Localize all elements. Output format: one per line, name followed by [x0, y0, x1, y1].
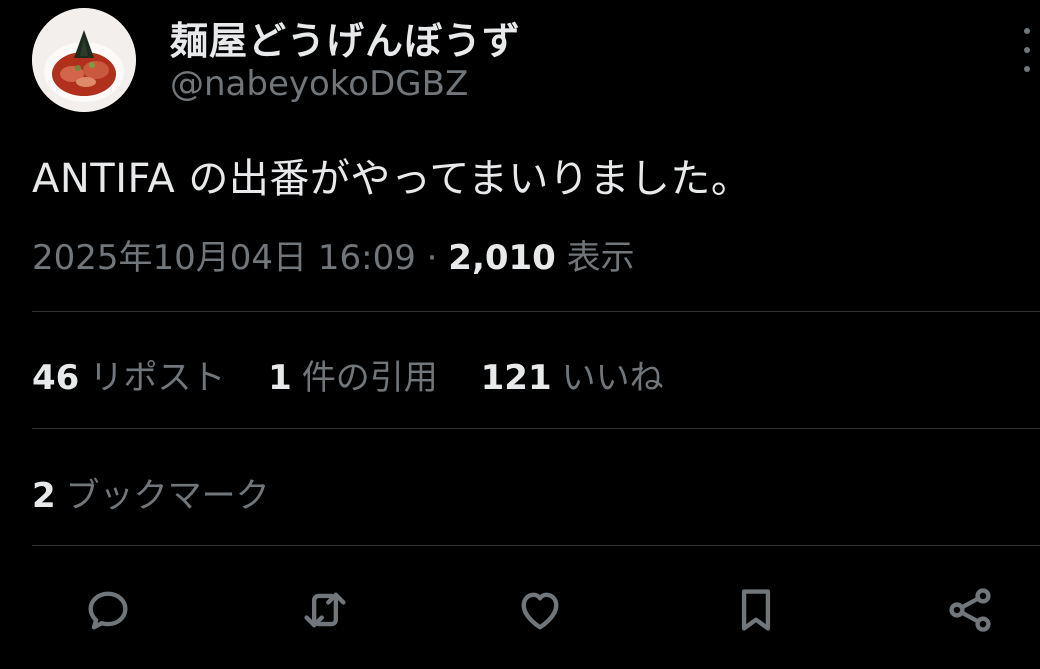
heart-icon — [521, 592, 559, 630]
reposts-stat[interactable]: 46 リポスト — [32, 358, 225, 398]
likes-label: いいね — [561, 358, 664, 398]
quotes-label: 件の引用 — [301, 358, 438, 398]
bookmarks-stat[interactable]: 2 ブックマーク — [32, 468, 270, 517]
divider — [32, 311, 1040, 312]
divider — [32, 428, 1040, 429]
likes-count: 121 — [480, 358, 552, 398]
more-dot — [1024, 28, 1030, 34]
tweet-meta: 2025年10月04日 16:09 · 2,010 表示 — [32, 230, 635, 279]
user-handle[interactable]: @nabeyokoDGBZ — [170, 64, 468, 104]
bookmarks-count: 2 — [32, 476, 56, 516]
reposts-label: リポスト — [89, 358, 226, 398]
divider — [32, 545, 1040, 546]
bookmarks-label: ブックマーク — [65, 476, 270, 516]
likes-stat[interactable]: 121 いいね — [481, 358, 664, 398]
timestamp[interactable]: 2025年10月04日 16:09 — [32, 238, 416, 278]
more-dot — [1024, 47, 1030, 53]
bookmark-icon — [741, 589, 771, 631]
like-button[interactable] — [512, 582, 568, 638]
reply-icon — [88, 591, 128, 630]
display-name[interactable]: 麺屋どうげんぼうず — [170, 10, 521, 65]
views-count: 2,010 — [448, 238, 556, 278]
meta-separator: · — [426, 238, 438, 278]
reply-button[interactable] — [80, 582, 136, 638]
retweet-button[interactable] — [297, 582, 353, 638]
bookmark-button[interactable] — [728, 582, 784, 638]
engagement-stats: 46 リポスト 1 件の引用 121 いいね — [32, 350, 696, 399]
avatar[interactable] — [32, 8, 136, 112]
retweet-icon — [304, 592, 346, 628]
share-icon — [949, 588, 991, 632]
tweet-text: ANTIFA の出番がやってまいりました。 — [32, 156, 752, 202]
quotes-stat[interactable]: 1 件の引用 — [268, 358, 438, 398]
more-dot — [1024, 66, 1030, 72]
share-button[interactable] — [942, 582, 998, 638]
more-options-icon[interactable] — [1012, 28, 1040, 72]
quotes-count: 1 — [268, 358, 292, 398]
reposts-count: 46 — [32, 358, 80, 398]
ramen-avatar-image — [32, 8, 136, 112]
views-label: 表示 — [566, 238, 635, 278]
